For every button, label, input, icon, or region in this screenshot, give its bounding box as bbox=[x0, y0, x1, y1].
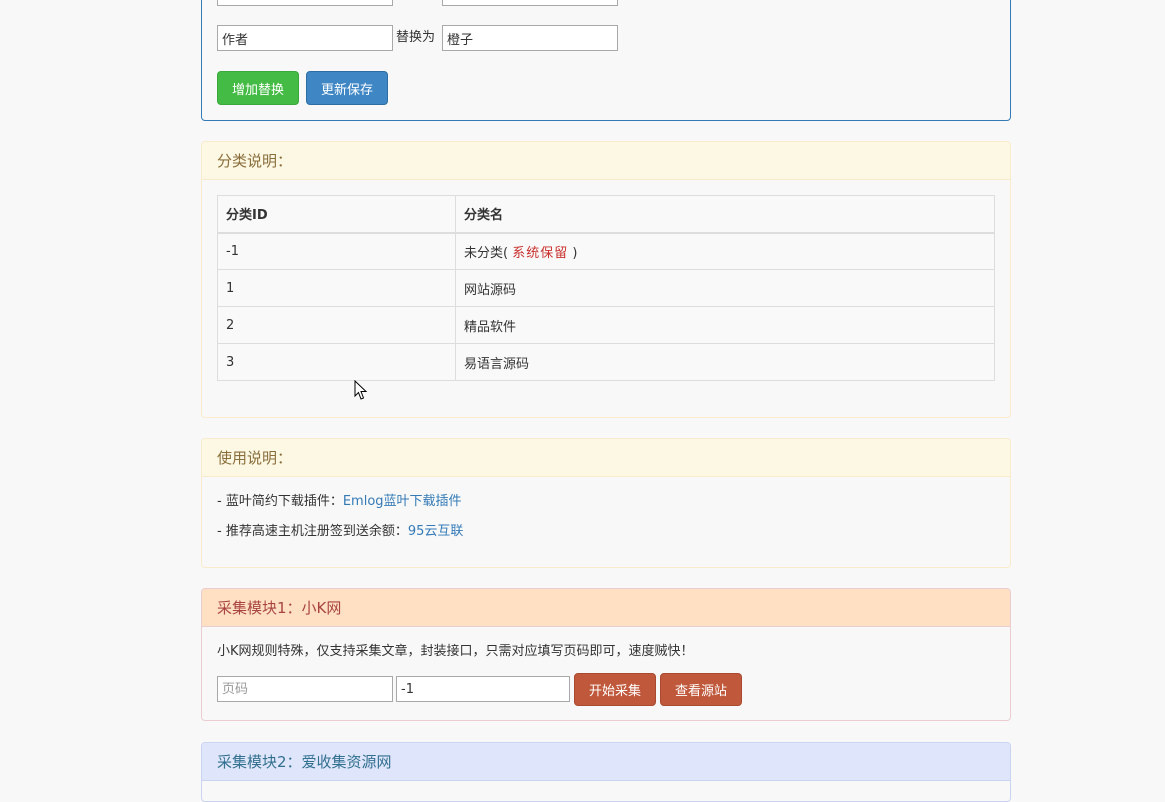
reserved-note: 系统保留 bbox=[512, 245, 569, 261]
table-header-row: 分类ID 分类名 bbox=[217, 195, 995, 234]
replace-input[interactable] bbox=[442, 25, 618, 51]
usage-line-text: - 推荐高速主机注册签到送余额： bbox=[217, 524, 408, 539]
replace-input-prev[interactable] bbox=[442, 0, 618, 6]
module2-panel: 采集模块2：爱收集资源网 bbox=[201, 742, 1011, 802]
mouse-cursor-icon bbox=[354, 380, 368, 400]
host-link[interactable]: 95云互联 bbox=[408, 524, 464, 539]
usage-line: - 蓝叶简约下载插件：Emlog蓝叶下载插件 bbox=[217, 493, 462, 511]
module2-panel-heading: 采集模块2：爱收集资源网 bbox=[202, 743, 1010, 781]
view-source-button[interactable]: 查看源站 bbox=[660, 673, 742, 706]
table-row: 2 精品软件 bbox=[217, 306, 995, 344]
module1-panel-heading: 采集模块1：小K网 bbox=[202, 589, 1010, 627]
category-id-input[interactable] bbox=[396, 676, 570, 702]
cell-name: 未分类( 系统保留 ) bbox=[455, 232, 995, 270]
usage-line: - 推荐高速主机注册签到送余额：95云互联 bbox=[217, 523, 463, 541]
cell-name: 易语言源码 bbox=[455, 343, 995, 381]
find-input[interactable] bbox=[217, 25, 393, 51]
cell-name: 精品软件 bbox=[455, 306, 995, 344]
cell-name: 网站源码 bbox=[455, 269, 995, 307]
table-row: 1 网站源码 bbox=[217, 269, 995, 307]
table-row: -1 未分类( 系统保留 ) bbox=[217, 232, 995, 270]
usage-panel-heading: 使用说明： bbox=[202, 439, 1010, 477]
plugin-link[interactable]: Emlog蓝叶下载插件 bbox=[343, 494, 462, 509]
add-replace-button[interactable]: 增加替换 bbox=[217, 71, 299, 105]
table-row: 3 易语言源码 bbox=[217, 343, 995, 381]
replace-with-label: 替换为 bbox=[396, 30, 436, 45]
usage-line-text: - 蓝叶简约下载插件： bbox=[217, 494, 343, 509]
find-input-prev[interactable] bbox=[217, 0, 393, 6]
category-table: 分类ID 分类名 -1 未分类( 系统保留 ) 1 网站源码 2 精品软件 3 … bbox=[217, 195, 995, 381]
column-header-id: 分类ID bbox=[217, 195, 456, 234]
cell-name-text: 未分类( bbox=[464, 245, 509, 261]
cell-id: 2 bbox=[217, 306, 456, 344]
cell-name-close: ) bbox=[572, 245, 578, 261]
save-button[interactable]: 更新保存 bbox=[306, 71, 388, 105]
module1-description: 小K网规则特殊，仅支持采集文章，封装接口，只需对应填写页码即可，速度贼快！ bbox=[217, 644, 694, 659]
page-input[interactable] bbox=[217, 676, 393, 702]
cell-id: 3 bbox=[217, 343, 456, 381]
column-header-name: 分类名 bbox=[455, 195, 995, 234]
category-panel-heading: 分类说明： bbox=[202, 142, 1010, 180]
start-collect-button[interactable]: 开始采集 bbox=[574, 673, 656, 706]
cell-id: -1 bbox=[217, 232, 456, 270]
cell-id: 1 bbox=[217, 269, 456, 307]
